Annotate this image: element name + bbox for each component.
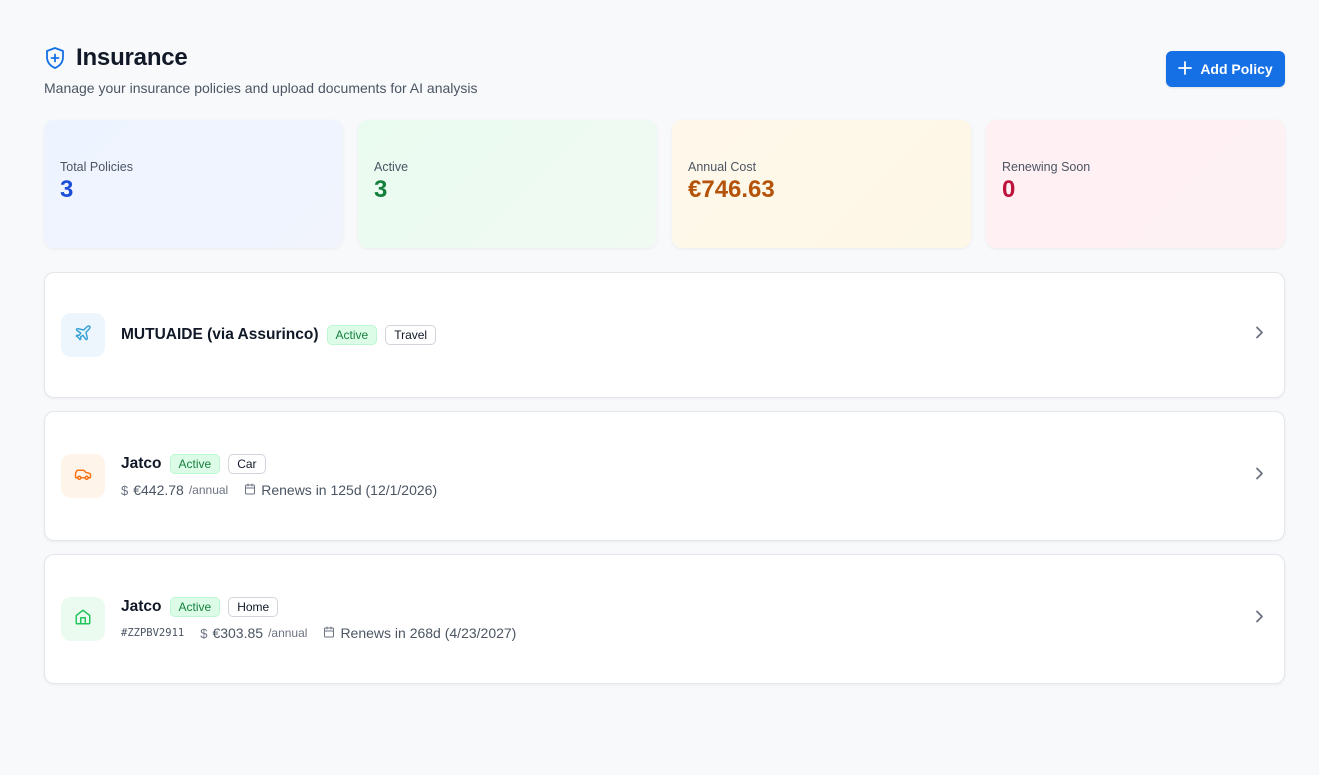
policy-icon-tile [61, 313, 105, 357]
policy-card-home[interactable]: Jatco Active Home #ZZPBV2911 $ €303.85 /… [44, 554, 1285, 684]
stat-value: 3 [374, 176, 388, 203]
stats-row: Total Policies 3 Active 3 Annual Cost €7… [44, 120, 1285, 248]
calendar-icon [244, 482, 256, 498]
status-badge: Active [169, 597, 221, 617]
policy-name-row: Jatco Active Home [121, 597, 516, 617]
policy-number: #ZZPBV2911 [121, 627, 185, 639]
stat-label: Renewing Soon [1002, 160, 1091, 174]
add-policy-label: Add Policy [1200, 61, 1273, 77]
stat-card-renewing-soon: Renewing Soon 0 [986, 120, 1285, 248]
chevron-right-icon[interactable] [1254, 610, 1264, 629]
title-row: Insurance [44, 44, 1285, 72]
policy-card-car[interactable]: Jatco Active Car $ €442.78 /annual Renew… [44, 411, 1285, 541]
stat-label: Annual Cost [688, 160, 757, 174]
renewal-text: Renews in 268d (4/23/2027) [340, 625, 517, 641]
policy-name: MUTUAIDE (via Assurinco) [121, 326, 319, 343]
premium-amount: €442.78 [133, 482, 184, 498]
status-badge: Active [169, 454, 221, 474]
policy-icon-tile [61, 454, 105, 498]
stat-card-active: Active 3 [358, 120, 657, 248]
premium-meta: $ €442.78 /annual [121, 482, 228, 498]
stat-card-annual-cost: Annual Cost €746.63 [672, 120, 971, 248]
policy-name: Jatco [121, 598, 162, 615]
status-badge: Active [326, 325, 378, 345]
premium-amount: €303.85 [212, 625, 264, 641]
policy-card-body: MUTUAIDE (via Assurinco) Active Travel [121, 325, 437, 345]
stat-label: Total Policies [60, 160, 133, 174]
renewal-text: Renews in 125d (12/1/2026) [261, 482, 438, 498]
shield-plus-icon [44, 46, 66, 70]
calendar-icon [323, 625, 335, 641]
stat-value: €746.63 [688, 176, 775, 203]
stat-value: 0 [1002, 176, 1016, 203]
add-policy-button[interactable]: Add Policy [1166, 51, 1285, 87]
policy-name: Jatco [121, 455, 162, 472]
page-header: Insurance Manage your insurance policies… [44, 44, 1285, 104]
policy-meta-row: $ €442.78 /annual Renews in 125d (12/1/2… [121, 482, 437, 498]
stat-card-total-policies: Total Policies 3 [44, 120, 343, 248]
policy-name-row: Jatco Active Car [121, 454, 437, 474]
page-subtitle: Manage your insurance policies and uploa… [44, 80, 478, 96]
policy-card-body: Jatco Active Home #ZZPBV2911 $ €303.85 /… [121, 597, 516, 641]
renewal-meta: Renews in 125d (12/1/2026) [244, 482, 437, 498]
policy-icon-tile [61, 597, 105, 641]
dollar-icon: $ [200, 625, 208, 641]
stat-value: 3 [60, 176, 74, 203]
renewal-meta: Renews in 268d (4/23/2027) [323, 625, 516, 641]
chevron-right-icon[interactable] [1254, 326, 1264, 345]
policy-meta-row: #ZZPBV2911 $ €303.85 /annual Renews in 2… [121, 625, 516, 641]
plane-icon [74, 324, 92, 347]
stat-label: Active [374, 160, 409, 174]
chevron-right-icon[interactable] [1254, 467, 1264, 486]
type-badge: Car [228, 454, 266, 474]
premium-meta: $ €303.85 /annual [200, 625, 307, 641]
home-icon [74, 608, 92, 631]
policy-card-travel[interactable]: MUTUAIDE (via Assurinco) Active Travel [44, 272, 1285, 398]
type-badge: Home [228, 597, 279, 617]
policy-name-row: MUTUAIDE (via Assurinco) Active Travel [121, 325, 437, 345]
plus-icon [1178, 60, 1193, 78]
page-title: Insurance [76, 44, 188, 71]
premium-period: /annual [188, 483, 229, 497]
policy-list: MUTUAIDE (via Assurinco) Active Travel J… [44, 272, 1285, 697]
type-badge: Travel [385, 325, 437, 345]
policy-card-body: Jatco Active Car $ €442.78 /annual Renew… [121, 454, 437, 498]
dollar-icon: $ [121, 482, 129, 498]
car-icon [73, 465, 93, 488]
premium-period: /annual [268, 626, 308, 640]
